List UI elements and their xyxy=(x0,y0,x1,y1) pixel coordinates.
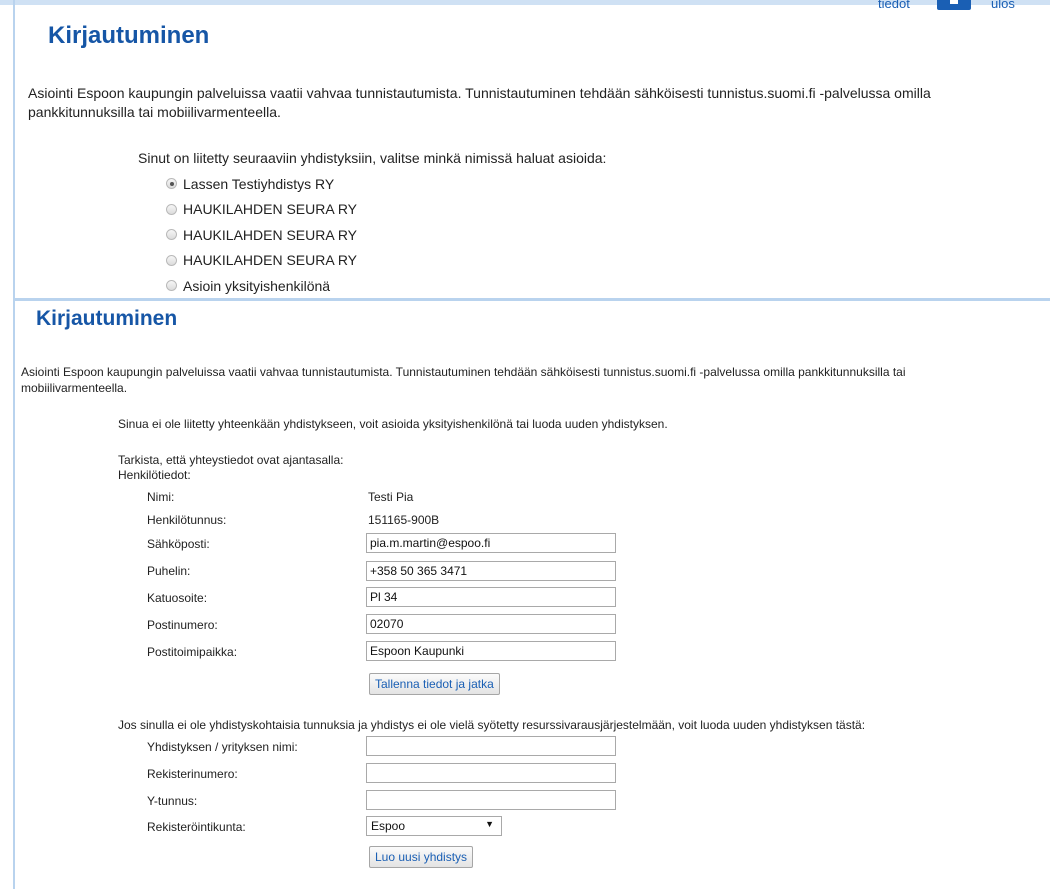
logout-link[interactable]: ulos xyxy=(991,0,1015,11)
association-option[interactable]: Lassen Testiyhdistys RY xyxy=(166,171,357,197)
intro-text: Asiointi Espoon kaupungin palveluissa va… xyxy=(28,85,931,120)
radio-button[interactable] xyxy=(166,203,177,215)
phone-field[interactable] xyxy=(366,561,616,581)
radio-button[interactable] xyxy=(166,178,177,190)
phone-label: Puhelin: xyxy=(147,564,191,578)
save-and-continue-button[interactable]: Tallenna tiedot ja jatka xyxy=(369,673,500,695)
association-radio-list: Lassen Testiyhdistys RY HAUKILAHDEN SEUR… xyxy=(166,171,357,299)
zip-field[interactable] xyxy=(366,614,616,634)
mail-icon[interactable] xyxy=(937,0,971,10)
municipality-select-value: Espoo xyxy=(371,819,406,833)
create-association-button[interactable]: Luo uusi yhdistys xyxy=(369,846,474,868)
new-association-text: Jos sinulla ei ole yhdistyskohtaisia tun… xyxy=(118,718,866,732)
association-option-label[interactable]: HAUKILAHDEN SEURA RY xyxy=(183,201,357,217)
personal-info-heading: Henkilötiedot: xyxy=(118,468,191,482)
association-option-label[interactable]: Asioin yksityishenkilönä xyxy=(183,278,330,294)
municipality-select[interactable]: Espoo ▼ xyxy=(366,816,502,836)
association-prompt: Sinut on liitetty seuraaviin yhdistyksii… xyxy=(138,150,607,166)
municipality-label: Rekisteröintikunta: xyxy=(147,820,246,834)
radio-button[interactable] xyxy=(166,229,177,241)
page-title: Kirjautuminen xyxy=(36,307,178,330)
association-name-field[interactable] xyxy=(366,736,616,756)
ssn-label: Henkilötunnus: xyxy=(147,513,227,527)
street-label: Katuosoite: xyxy=(147,591,208,605)
zip-label: Postinumero: xyxy=(147,618,218,632)
name-label: Nimi: xyxy=(147,490,175,504)
association-option-label[interactable]: HAUKILAHDEN SEURA RY xyxy=(183,252,357,268)
panel-divider xyxy=(13,298,1050,301)
name-value: Testi Pia xyxy=(368,490,414,504)
register-number-label: Rekisterinumero: xyxy=(147,767,238,781)
email-field[interactable] xyxy=(366,533,616,553)
business-id-label: Y-tunnus: xyxy=(147,794,198,808)
intro-text: Asiointi Espoon kaupungin palveluissa va… xyxy=(21,365,906,395)
not-linked-text: Sinua ei ole liitetty yhteenkään yhdisty… xyxy=(118,417,668,431)
association-option[interactable]: HAUKILAHDEN SEURA RY xyxy=(166,197,357,223)
association-option[interactable]: HAUKILAHDEN SEURA RY xyxy=(166,222,357,248)
chevron-down-icon: ▼ xyxy=(485,819,494,829)
ssn-value: 151165-900B xyxy=(368,513,440,527)
city-label: Postitoimipaikka: xyxy=(147,645,238,659)
association-name-label: Yhdistyksen / yrityksen nimi: xyxy=(147,740,298,754)
page-title: Kirjautuminen xyxy=(48,22,210,49)
email-label: Sähköposti: xyxy=(147,537,210,551)
top-nav: tiedot ulos xyxy=(0,0,1050,14)
association-option[interactable]: HAUKILAHDEN SEURA RY xyxy=(166,248,357,274)
city-field[interactable] xyxy=(366,641,616,661)
business-id-field[interactable] xyxy=(366,790,616,810)
association-option-label[interactable]: HAUKILAHDEN SEURA RY xyxy=(183,227,357,243)
radio-button[interactable] xyxy=(166,254,177,266)
association-option[interactable]: Asioin yksityishenkilönä xyxy=(166,273,357,299)
street-field[interactable] xyxy=(366,587,616,607)
tiedot-link[interactable]: tiedot xyxy=(878,0,910,11)
register-number-field[interactable] xyxy=(366,763,616,783)
radio-button[interactable] xyxy=(166,280,177,292)
check-contact-text: Tarkista, että yhteystiedot ovat ajantas… xyxy=(118,453,344,467)
left-border xyxy=(13,0,15,889)
association-option-label[interactable]: Lassen Testiyhdistys RY xyxy=(183,176,334,192)
